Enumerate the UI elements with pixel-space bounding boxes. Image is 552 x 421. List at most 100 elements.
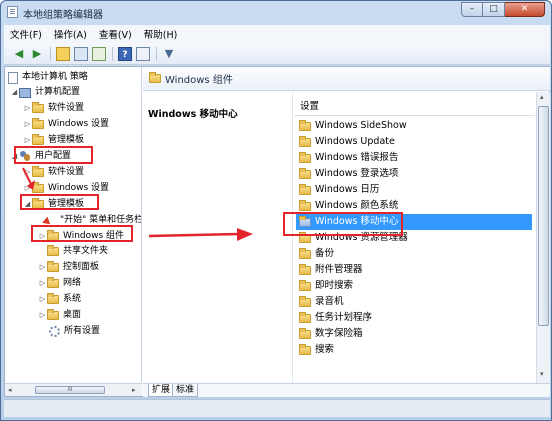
- folder-icon: [299, 135, 311, 147]
- collapsed-triangle-icon[interactable]: ▷: [38, 276, 47, 291]
- list-item[interactable]: Windows 登录选项: [296, 166, 532, 182]
- list-item[interactable]: 任务计划程序: [296, 310, 532, 326]
- computer-icon: [19, 87, 31, 98]
- scroll-left-icon[interactable]: ◂: [8, 386, 12, 394]
- export-list-icon[interactable]: [92, 46, 106, 61]
- up-folder-icon[interactable]: [56, 46, 70, 61]
- list-item[interactable]: 附件管理器: [296, 262, 532, 278]
- start-menu-icon: [44, 216, 56, 226]
- folder-icon: [299, 279, 311, 291]
- view-tabs: 扩展 标准: [143, 383, 550, 397]
- annotation-arrow-down-icon: [22, 167, 35, 190]
- folder-icon: [32, 134, 44, 145]
- folder-icon: [149, 72, 161, 83]
- scroll-up-icon[interactable]: ▴: [540, 93, 544, 101]
- window-controls: – □ ✕: [461, 2, 545, 17]
- menu-action[interactable]: 操作(A): [54, 27, 87, 41]
- tree-item-computer-config[interactable]: ◢ 计算机配置: [10, 85, 80, 100]
- right-pane-title: Windows 组件: [165, 75, 233, 86]
- toolbar-separator: [50, 46, 51, 61]
- tree-item-all-settings[interactable]: 所有设置: [49, 324, 100, 339]
- toolbar: ◀ ▶ ? ▼: [4, 43, 550, 65]
- policy-document-icon: [8, 71, 18, 84]
- scroll-down-icon[interactable]: ▾: [540, 370, 544, 378]
- collapsed-triangle-icon[interactable]: ▷: [23, 101, 32, 116]
- list-item[interactable]: 备份: [296, 246, 532, 262]
- minimize-button[interactable]: –: [461, 2, 483, 17]
- description-title: Windows 移动中心: [148, 109, 238, 120]
- filter-icon[interactable]: ▼: [162, 47, 176, 61]
- scroll-thumb[interactable]: III: [35, 386, 105, 394]
- folder-icon: [32, 102, 44, 113]
- tree-horizontal-scrollbar[interactable]: ◂ III ▸: [5, 383, 142, 396]
- list-item[interactable]: Windows SideShow: [296, 118, 532, 134]
- folder-icon: [299, 151, 311, 163]
- show-hide-tree-icon[interactable]: [74, 46, 88, 61]
- annotation-box-windows-components: [31, 225, 133, 242]
- collapsed-triangle-icon[interactable]: ▷: [38, 292, 47, 307]
- folder-icon: [299, 295, 311, 307]
- tree-item-desktop[interactable]: ▷ 桌面: [38, 308, 81, 323]
- list-vertical-scrollbar[interactable]: ▴ ▾: [536, 92, 550, 383]
- expanded-triangle-icon[interactable]: ◢: [10, 85, 19, 100]
- folder-icon: [47, 277, 59, 288]
- folder-icon: [32, 118, 44, 129]
- folder-icon: [299, 327, 311, 339]
- folder-icon: [47, 309, 59, 320]
- list-item[interactable]: Windows 日历: [296, 182, 532, 198]
- settings-list: 设置 Windows SideShow Windows Update Windo…: [294, 92, 535, 383]
- list-item[interactable]: Windows 错误报告: [296, 150, 532, 166]
- folder-icon: [299, 199, 311, 211]
- scroll-right-icon[interactable]: ▸: [132, 386, 136, 394]
- window-title: 本地组策略编辑器: [23, 10, 103, 21]
- folder-icon: [299, 311, 311, 323]
- folder-icon: [47, 293, 59, 304]
- folder-icon: [299, 183, 311, 195]
- toolbar-separator: [112, 46, 113, 61]
- tree-item-shared-folders[interactable]: 共享文件夹: [47, 244, 108, 259]
- folder-icon: [299, 343, 311, 355]
- tree-item-control-panel[interactable]: ▷ 控制面板: [38, 260, 99, 275]
- annotation-box-user-config: [14, 146, 93, 164]
- folder-icon: [299, 167, 311, 179]
- list-item[interactable]: 录音机: [296, 294, 532, 310]
- forward-arrow-icon[interactable]: ▶: [30, 47, 44, 61]
- folder-icon: [299, 263, 311, 275]
- list-item[interactable]: 搜索: [296, 342, 532, 358]
- tab-standard[interactable]: 标准: [172, 384, 199, 397]
- annotation-arrow-right-icon: [148, 228, 253, 241]
- tree-item-cc-windows[interactable]: ▷ Windows 设置: [23, 117, 109, 132]
- column-header-setting[interactable]: 设置: [294, 98, 535, 116]
- folder-icon: [47, 261, 59, 272]
- all-settings-icon: [49, 326, 60, 337]
- gpedit-window: 本地组策略编辑器 – □ ✕ 文件(F) 操作(A) 查看(V) 帮助(H) ◀…: [0, 0, 552, 421]
- tree-item-system[interactable]: ▷ 系统: [38, 292, 81, 307]
- help-icon[interactable]: ?: [118, 46, 132, 61]
- folder-icon: [299, 247, 311, 259]
- annotation-box-admin-templates: [20, 194, 99, 210]
- collapsed-triangle-icon[interactable]: ▷: [38, 260, 47, 275]
- title-bar: 本地组策略编辑器 – □ ✕: [1, 1, 551, 23]
- tab-extended[interactable]: 扩展: [148, 384, 175, 397]
- menu-view[interactable]: 查看(V): [99, 27, 132, 41]
- menu-bar: 文件(F) 操作(A) 查看(V) 帮助(H): [4, 25, 550, 43]
- collapsed-triangle-icon[interactable]: ▷: [23, 117, 32, 132]
- gpedit-app-icon: [7, 6, 18, 18]
- collapsed-triangle-icon[interactable]: ▷: [38, 308, 47, 323]
- list-item[interactable]: 数字保险箱: [296, 326, 532, 342]
- list-item[interactable]: 即时搜索: [296, 278, 532, 294]
- tree-item-root[interactable]: 本地计算机 策略: [8, 70, 88, 85]
- right-pane-header: Windows 组件: [143, 67, 550, 91]
- tree-item-cc-software[interactable]: ▷ 软件设置: [23, 101, 84, 116]
- menu-help[interactable]: 帮助(H): [144, 27, 178, 41]
- tree-item-network[interactable]: ▷ 网络: [38, 276, 81, 291]
- list-item[interactable]: Windows Update: [296, 134, 532, 150]
- properties-icon[interactable]: [136, 46, 150, 61]
- close-button[interactable]: ✕: [505, 2, 545, 17]
- scroll-thumb[interactable]: [538, 106, 549, 326]
- folder-icon: [47, 245, 59, 256]
- back-arrow-icon[interactable]: ◀: [12, 47, 26, 61]
- menu-file[interactable]: 文件(F): [10, 27, 42, 41]
- maximize-button[interactable]: □: [483, 2, 505, 17]
- annotation-box-mobility-center: [283, 212, 403, 236]
